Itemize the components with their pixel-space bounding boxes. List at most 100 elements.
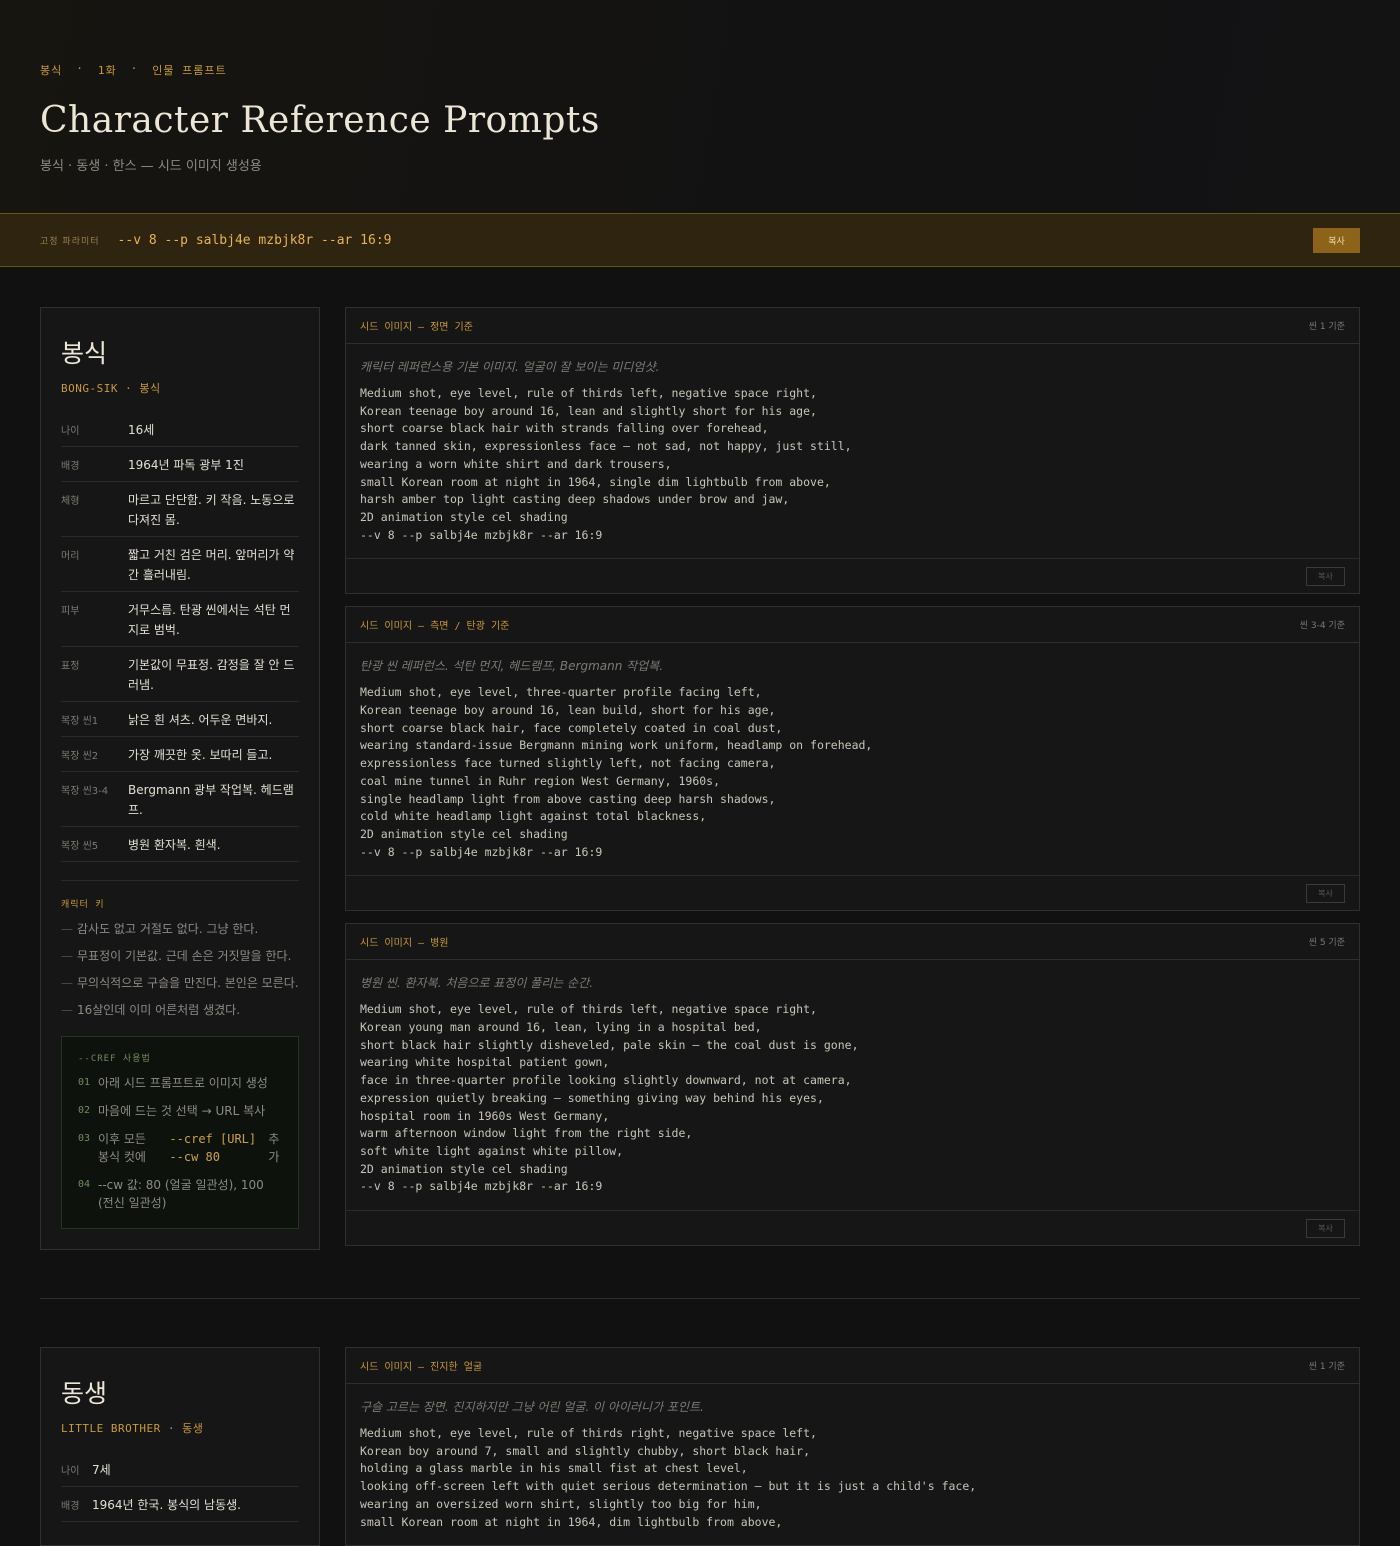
attribute-key: 복장 씬5 xyxy=(61,841,99,852)
character-keys-heading: 캐릭터 키 xyxy=(61,880,299,910)
cref-step: 04 --cw 값: 80 (얼굴 일관성), 100 (전신 일관성) xyxy=(78,1176,282,1212)
attribute-row: 나이 7세 xyxy=(61,1452,299,1487)
breadcrumb-separator: · xyxy=(76,62,84,75)
prompt-body: 구슬 고르는 장면. 진지하지만 그냥 어린 얼굴. 이 아이러니가 포인트. … xyxy=(346,1384,1359,1545)
attribute-key: 체형 xyxy=(61,496,80,507)
character-name: 봉식 xyxy=(61,339,108,368)
prompt-description: 병원 씬. 환자복. 처음으로 표정이 풀리는 순간. xyxy=(360,976,594,991)
breadcrumb-item[interactable]: 인물 프롬프트 xyxy=(152,62,226,78)
attribute-row: 복장 씬1 낡은 흰 셔츠. 어두운 면바지. xyxy=(61,702,299,737)
param-value: --v 8 --p salbj4e mzbjk8r --ar 16:9 xyxy=(117,232,392,248)
prompt-list: 시드 이미지 — 진지한 얼굴 씬 1 기준 구슬 고르는 장면. 진지하지만 … xyxy=(345,1347,1360,1546)
attribute-row: 나이 16세 xyxy=(61,412,299,447)
attribute-value: 가장 깨끗한 옷. 보따리 들고. xyxy=(128,748,273,762)
prompt-title: 시드 이미지 — 측면 / 탄광 기준 xyxy=(360,621,510,633)
step-number: 02 xyxy=(78,1105,91,1116)
breadcrumb: 봉식 · 1화 · 인물 프롬프트 xyxy=(40,62,1360,78)
attribute-row: 피부 거무스름. 탄광 씬에서는 석탄 먼지로 범벅. xyxy=(61,592,299,647)
character-key-text: 16살인데 이미 어른처럼 생겼다. xyxy=(77,1003,241,1017)
character-key-item: — 감사도 없고 거절도 없다. 그냥 한다. xyxy=(61,920,299,937)
attribute-list: 나이 7세 배경 1964년 한국. 봉식의 남동생. xyxy=(61,1452,299,1522)
copy-prompt-button[interactable]: 복사 xyxy=(1306,1218,1345,1238)
prompt-card-header: 시드 이미지 — 진지한 얼굴 씬 1 기준 xyxy=(346,1348,1359,1384)
cref-usage-box: --CREF 사용법 01 아래 시드 프롬프트로 이미지 생성 02 마음에 드는… xyxy=(61,1036,299,1229)
attribute-value: 병원 환자복. 흰색. xyxy=(128,838,221,852)
breadcrumb-item[interactable]: 봉식 xyxy=(40,62,62,78)
prompt-card-header: 시드 이미지 — 정면 기준 씬 1 기준 xyxy=(346,308,1359,344)
param-label: 고정 파라미터 xyxy=(40,236,100,247)
character-subtitle: BONG-SIK · 봉식 xyxy=(61,382,161,395)
step-number: 04 xyxy=(78,1179,91,1190)
prompt-card-footer: 복사 xyxy=(346,875,1359,910)
prompt-card: 시드 이미지 — 진지한 얼굴 씬 1 기준 구슬 고르는 장면. 진지하지만 … xyxy=(345,1347,1360,1546)
step-code: --cref [URL] --cw 80 xyxy=(169,1132,257,1164)
scene-label: 씬 1 기준 xyxy=(1308,322,1345,332)
attribute-value: 7세 xyxy=(92,1463,111,1477)
step-text: 이후 모든 봉식 컷에 xyxy=(98,1132,146,1164)
attribute-value: 짧고 거친 검은 머리. 앞머리가 약간 흘러내림. xyxy=(128,548,295,582)
attribute-key: 복장 씬1 xyxy=(61,716,99,727)
character-key-text: 무표정이 기본값. 근데 손은 거짓말을 한다. xyxy=(77,949,292,963)
prompt-body: 탄광 씬 레퍼런스. 석탄 먼지, 헤드램프, Bergmann 작업복. Me… xyxy=(346,643,1359,875)
prompt-card: 시드 이미지 — 정면 기준 씬 1 기준 캐릭터 레퍼런스용 기본 이미지. … xyxy=(345,307,1360,595)
step-text: 마음에 드는 것 선택 → URL 복사 xyxy=(98,1104,266,1118)
prompt-title: 시드 이미지 — 정면 기준 xyxy=(360,322,473,333)
prompt-card-footer: 복사 xyxy=(346,1210,1359,1245)
prompt-text[interactable]: Medium shot, eye level, rule of thirds l… xyxy=(360,1001,1345,1196)
prompt-body: 병원 씬. 환자복. 처음으로 표정이 풀리는 순간. Medium shot,… xyxy=(346,960,1359,1210)
character-card: 봉식 BONG-SIK · 봉식 나이 16세 배경 1964년 파독 광부 1진 … xyxy=(40,307,320,1250)
prompt-list: 시드 이미지 — 정면 기준 씬 1 기준 캐릭터 레퍼런스용 기본 이미지. … xyxy=(345,307,1360,1250)
cref-step: 03 이후 모든 봉식 컷에 --cref [URL] --cw 80 추가 xyxy=(78,1130,282,1166)
character-key-text: 감사도 없고 거절도 없다. 그냥 한다. xyxy=(77,922,259,936)
fixed-parameter-bar: 고정 파라미터 --v 8 --p salbj4e mzbjk8r --ar 1… xyxy=(0,213,1400,267)
step-text-tail: 추가 xyxy=(268,1132,280,1164)
attribute-value: 1964년 파독 광부 1진 xyxy=(128,458,244,472)
step-number: 01 xyxy=(78,1077,91,1088)
attribute-key: 배경 xyxy=(61,461,80,472)
page-title: Character Reference Prompts xyxy=(40,100,600,141)
prompt-card-header: 시드 이미지 — 병원 씬 5 기준 xyxy=(346,924,1359,961)
attribute-row: 체형 마르고 단단함. 키 작음. 노동으로 다져진 몸. xyxy=(61,482,299,537)
scene-label: 씬 5 기준 xyxy=(1308,938,1345,949)
dash-icon: — xyxy=(61,1003,73,1017)
attribute-value: 1964년 한국. 봉식의 남동생. xyxy=(92,1498,241,1512)
attribute-row: 복장 씬3-4 Bergmann 광부 작업복. 헤드램프. xyxy=(61,772,299,827)
section-divider xyxy=(40,1298,1360,1299)
attribute-row: 머리 짧고 거친 검은 머리. 앞머리가 약간 흘러내림. xyxy=(61,537,299,592)
character-section-bongsik: 봉식 BONG-SIK · 봉식 나이 16세 배경 1964년 파독 광부 1진 … xyxy=(0,307,1400,1250)
scene-label: 씬 3-4 기준 xyxy=(1299,621,1345,632)
prompt-title: 시드 이미지 — 진지한 얼굴 xyxy=(360,1362,483,1373)
copy-params-button[interactable]: 복사 xyxy=(1313,228,1360,253)
character-key-item: — 무표정이 기본값. 근데 손은 거짓말을 한다. xyxy=(61,947,299,964)
attribute-value: 거무스름. 탄광 씬에서는 석탄 먼지로 범벅. xyxy=(128,603,291,637)
prompt-card: 시드 이미지 — 병원 씬 5 기준 병원 씬. 환자복. 처음으로 표정이 풀… xyxy=(345,923,1360,1247)
attribute-key: 피부 xyxy=(61,606,80,617)
attribute-key: 나이 xyxy=(61,426,80,437)
step-text: --cw 값: 80 (얼굴 일관성), 100 (전신 일관성) xyxy=(98,1178,264,1210)
prompt-text[interactable]: Medium shot, eye level, rule of thirds l… xyxy=(360,385,1345,544)
hero-header: 봉식 · 1화 · 인물 프롬프트 Character Reference Pr… xyxy=(0,0,1400,213)
breadcrumb-item[interactable]: 1화 xyxy=(98,62,117,78)
prompt-card: 시드 이미지 — 측면 / 탄광 기준 씬 3-4 기준 탄광 씬 레퍼런스. … xyxy=(345,606,1360,912)
attribute-row: 표정 기본값이 무표정. 감정을 잘 안 드러냄. xyxy=(61,647,299,702)
prompt-text[interactable]: Medium shot, eye level, three-quarter pr… xyxy=(360,684,1345,861)
attribute-key: 복장 씬2 xyxy=(61,751,99,762)
prompt-description: 캐릭터 레퍼런스용 기본 이미지. 얼굴이 잘 보이는 미디엄샷. xyxy=(360,360,660,374)
prompt-card-header: 시드 이미지 — 측면 / 탄광 기준 씬 3-4 기준 xyxy=(346,607,1359,644)
cref-step: 02 마음에 드는 것 선택 → URL 복사 xyxy=(78,1102,282,1120)
prompt-description: 탄광 씬 레퍼런스. 석탄 먼지, 헤드램프, Bergmann 작업복. xyxy=(360,659,664,674)
prompt-description: 구슬 고르는 장면. 진지하지만 그냥 어린 얼굴. 이 아이러니가 포인트. xyxy=(360,1400,704,1414)
copy-prompt-button[interactable]: 복사 xyxy=(1306,566,1345,586)
attribute-key: 복장 씬3-4 xyxy=(61,786,109,797)
attribute-value: 기본값이 무표정. 감정을 잘 안 드러냄. xyxy=(128,658,295,692)
copy-prompt-button[interactable]: 복사 xyxy=(1306,883,1345,903)
dash-icon: — xyxy=(61,976,73,990)
attribute-key: 표정 xyxy=(61,661,80,672)
dash-icon: — xyxy=(61,922,73,936)
step-number: 03 xyxy=(78,1133,91,1144)
attribute-key: 배경 xyxy=(61,1501,80,1512)
character-section-little-brother: 동생 LITTLE BROTHER · 동생 나이 7세 배경 1964년 한국. … xyxy=(0,1347,1400,1546)
prompt-body: 캐릭터 레퍼런스용 기본 이미지. 얼굴이 잘 보이는 미디엄샷. Medium… xyxy=(346,344,1359,558)
prompt-text[interactable]: Medium shot, eye level, rule of thirds r… xyxy=(360,1425,1345,1531)
attribute-value: 마르고 단단함. 키 작음. 노동으로 다져진 몸. xyxy=(128,493,295,527)
